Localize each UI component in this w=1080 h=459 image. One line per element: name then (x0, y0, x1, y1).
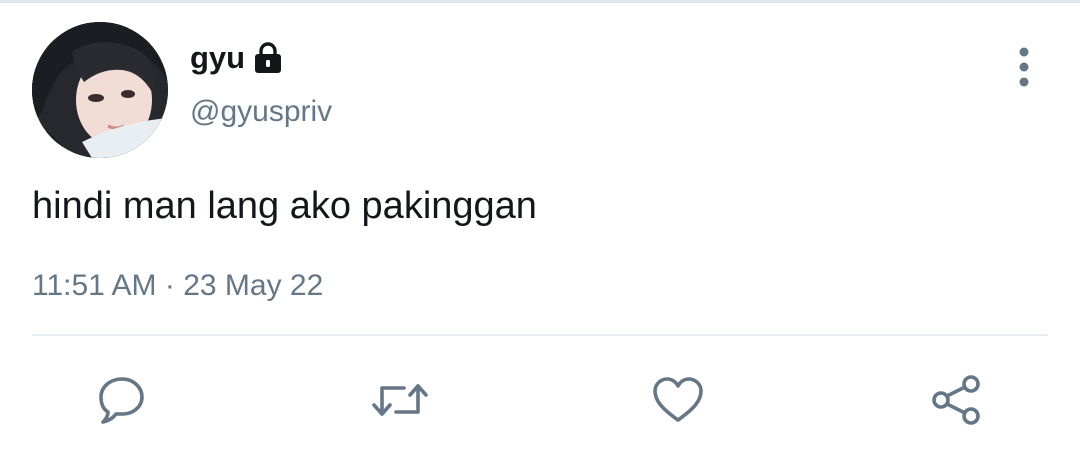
lock-icon (253, 41, 283, 75)
tweet-meta: 11:51 AM · 23 May 22 (32, 266, 323, 306)
reply-button[interactable] (94, 372, 150, 428)
avatar-image (32, 22, 168, 158)
display-name[interactable]: gyu (190, 38, 245, 78)
share-icon (929, 373, 983, 427)
meta-separator: · (164, 269, 175, 302)
share-button[interactable] (928, 372, 984, 428)
user-handle[interactable]: @gyuspriv (190, 92, 332, 132)
more-vertical-icon[interactable] (1008, 44, 1040, 90)
retweet-icon (370, 374, 430, 426)
like-button[interactable] (650, 372, 706, 428)
reply-icon (96, 374, 148, 426)
display-name-row: gyu (190, 38, 283, 78)
top-border (0, 0, 1080, 3)
retweet-button[interactable] (372, 372, 428, 428)
divider (32, 334, 1048, 336)
tweet-time[interactable]: 11:51 AM (32, 269, 157, 302)
tweet-text: hindi man lang ako pakinggan (32, 185, 537, 227)
avatar[interactable] (32, 22, 168, 158)
tweet-date[interactable]: 23 May 22 (183, 269, 323, 302)
heart-icon (651, 375, 705, 425)
